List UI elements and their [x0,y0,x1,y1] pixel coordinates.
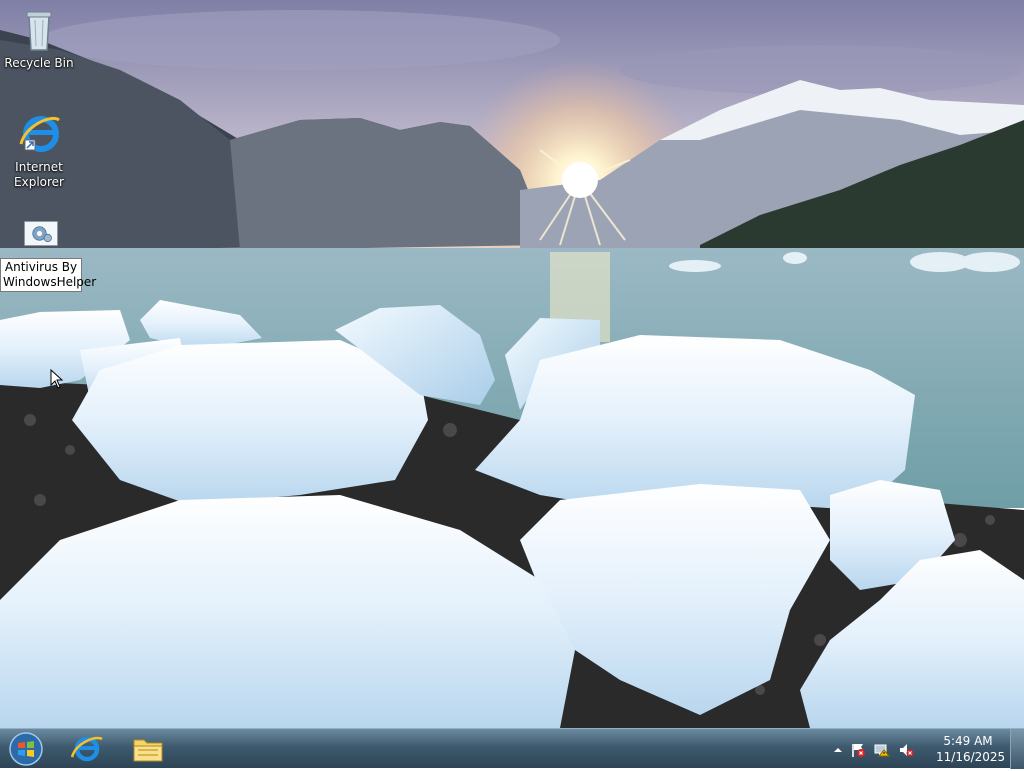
desktop-icon-label: Internet Explorer [14,160,64,189]
start-orb-icon [9,732,43,766]
clock-date: 11/16/2025 [936,750,1006,764]
clock-time: 5:49 AM [943,734,993,748]
taskbar: 5:49 AM 11/16/2025 [0,728,1024,769]
speaker-muted-icon[interactable] [898,742,914,758]
desktop-icon-internet-explorer[interactable]: Internet Explorer [1,110,77,190]
network-icon[interactable] [874,742,890,758]
desktop-icon-recycle-bin[interactable]: Recycle Bin [1,6,77,71]
start-button[interactable] [6,731,46,767]
desktop-icon-antivirus-by-windowshelper[interactable]: Antivirus By WindowsHelper [0,220,96,292]
action-center-flag-icon[interactable] [850,742,866,758]
recycle-bin-icon [26,11,52,51]
settings-gear-icon [24,221,58,246]
desktop-icon-label: Recycle Bin [4,56,74,70]
internet-explorer-icon [19,116,60,152]
taskbar-clock[interactable]: 5:49 AM 11/16/2025 [936,733,1006,765]
mouse-cursor-icon [50,369,64,389]
internet-explorer-icon [70,736,103,762]
file-explorer-icon [133,739,163,762]
desktop-wallpaper [0,0,1024,728]
desktop-icon-label: Antivirus By WindowsHelper [0,258,96,292]
taskbar-file-explorer[interactable] [120,731,176,767]
show-desktop-button[interactable] [1010,729,1024,769]
notification-area: 5:49 AM 11/16/2025 [824,729,1006,769]
taskbar-internet-explorer[interactable] [58,731,114,767]
show-hidden-icons-chevron-icon[interactable] [830,742,846,758]
